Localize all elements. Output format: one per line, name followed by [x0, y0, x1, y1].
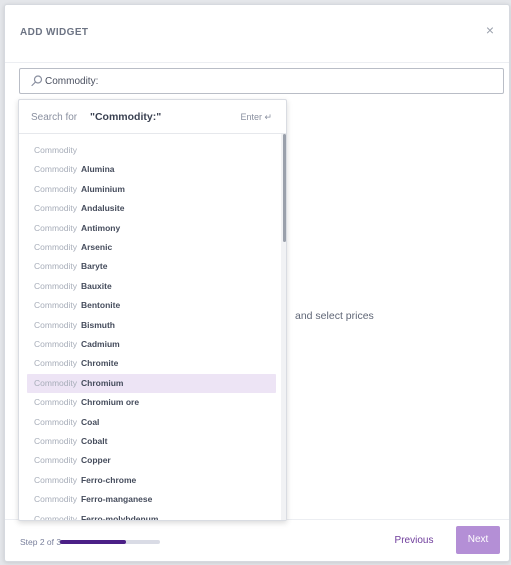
close-icon[interactable]: × [481, 21, 499, 39]
suggestion-name: Cobalt [80, 436, 108, 446]
suggestion-category: Commodity [34, 474, 77, 485]
suggestion-category: Commodity [34, 339, 77, 349]
suggestion-item[interactable]: Commodity Chromium ore [27, 393, 276, 412]
suggestion-name: Ferro-manganese [80, 494, 153, 505]
suggestion-item[interactable]: Commodity [27, 141, 276, 160]
suggestion-name: Baryte [80, 261, 108, 272]
suggestion-name: Chromium ore [80, 397, 140, 408]
suggestion-item[interactable]: Commodity Arsenic [27, 238, 276, 257]
suggestion-category: Commodity [34, 416, 77, 427]
suggestion-category: Commodity [34, 513, 77, 521]
suggestion-name: Copper [80, 455, 111, 466]
search-input[interactable] [45, 72, 485, 90]
suggestion-name: Bentonite [80, 300, 121, 311]
suggestion-category: Commodity [34, 242, 77, 252]
suggestion-category: Commodity [34, 280, 77, 291]
dialog-title: ADD WIDGET [20, 27, 89, 38]
suggestion-name: Andalusite [80, 203, 125, 214]
next-button[interactable]: Next [456, 526, 500, 554]
suggestion-item[interactable]: Commodity Alumina [27, 160, 276, 179]
search-icon [31, 75, 43, 87]
suggestion-name: Chromite [80, 358, 119, 369]
suggestion-category: Commodity [34, 358, 77, 369]
suggestion-item[interactable]: Commodity Baryte [27, 257, 276, 276]
suggestion-item[interactable]: Commodity Ferro-manganese [27, 490, 276, 509]
suggestion-name: Antimony [80, 222, 121, 233]
suggestion-item[interactable]: Commodity Cadmium [27, 335, 276, 354]
suggestion-item[interactable]: Commodity Ferro-chrome [27, 471, 276, 490]
suggestion-category: Commodity [34, 145, 77, 155]
suggestion-item[interactable]: Commodity Andalusite [27, 199, 276, 218]
suggestion-name: Aluminium [80, 183, 125, 194]
suggestion-item[interactable]: Commodity Aluminium [27, 180, 276, 199]
suggestion-category: Commodity [34, 300, 77, 311]
suggestion-category: Commodity [34, 261, 77, 272]
suggestion-category: Commodity [34, 436, 77, 446]
suggestion-category: Commodity [34, 183, 77, 194]
search-term: "Commodity:" [90, 111, 162, 123]
suggestion-category: Commodity [34, 222, 77, 233]
scrollbar-thumb[interactable] [283, 134, 286, 242]
suggestion-item[interactable]: Commodity Bismuth [27, 316, 276, 335]
suggestion-name: Chromium [80, 377, 124, 388]
suggestion-item[interactable]: Commodity Bentonite [27, 296, 276, 315]
suggestion-item[interactable]: Commodity Copper [27, 451, 276, 470]
step-indicator: Step 2 of 3 [20, 537, 62, 547]
suggestion-category: Commodity [34, 164, 77, 175]
suggestion-category: Commodity [34, 397, 77, 408]
suggestion-name: Coal [80, 416, 100, 427]
suggestion-item[interactable]: Commodity Antimony [27, 219, 276, 238]
suggestion-item[interactable]: Commodity Cobalt [27, 432, 276, 451]
step-progress-fill [60, 540, 126, 544]
dialog-footer: Step 2 of 3 Previous Next [5, 519, 509, 561]
enter-key-hint: Enter ↵ [240, 112, 272, 122]
suggestion-item[interactable]: Commodity Chromium [27, 373, 276, 393]
suggestion-name: Arsenic [80, 242, 113, 252]
suggestion-item[interactable]: Commodity Chromite [27, 354, 276, 373]
dropdown-scrollbar[interactable] [281, 134, 286, 520]
suggestion-name: Bismuth [80, 319, 115, 330]
search-for-prefix: Search for [31, 112, 78, 123]
dialog-header: ADD WIDGET × [5, 5, 509, 63]
suggestion-category: Commodity [34, 377, 77, 388]
search-for-option[interactable]: Search for "Commodity:" Enter ↵ [19, 100, 286, 134]
suggestion-item[interactable]: Commodity Ferro-molybdenum [27, 510, 276, 521]
suggestion-item[interactable]: Commodity Bauxite [27, 277, 276, 296]
suggestion-name: Alumina [80, 164, 115, 175]
main-instruction: and select prices [295, 310, 374, 322]
search-box[interactable] [19, 68, 504, 94]
suggestion-item[interactable]: Commodity Coal [27, 413, 276, 432]
suggestion-category: Commodity [34, 455, 77, 466]
search-suggestions-dropdown: Search for "Commodity:" Enter ↵ Commodit… [18, 99, 287, 521]
suggestion-name: Cadmium [80, 339, 120, 349]
previous-button[interactable]: Previous [379, 531, 449, 551]
suggestion-category: Commodity [34, 319, 77, 330]
suggestion-name: Ferro-chrome [80, 474, 137, 485]
suggestion-name: Bauxite [80, 280, 112, 291]
suggestion-category: Commodity [34, 494, 77, 505]
step-progress-bar [60, 540, 160, 544]
suggestion-name: Ferro-molybdenum [80, 513, 159, 521]
suggestion-category: Commodity [34, 203, 77, 214]
